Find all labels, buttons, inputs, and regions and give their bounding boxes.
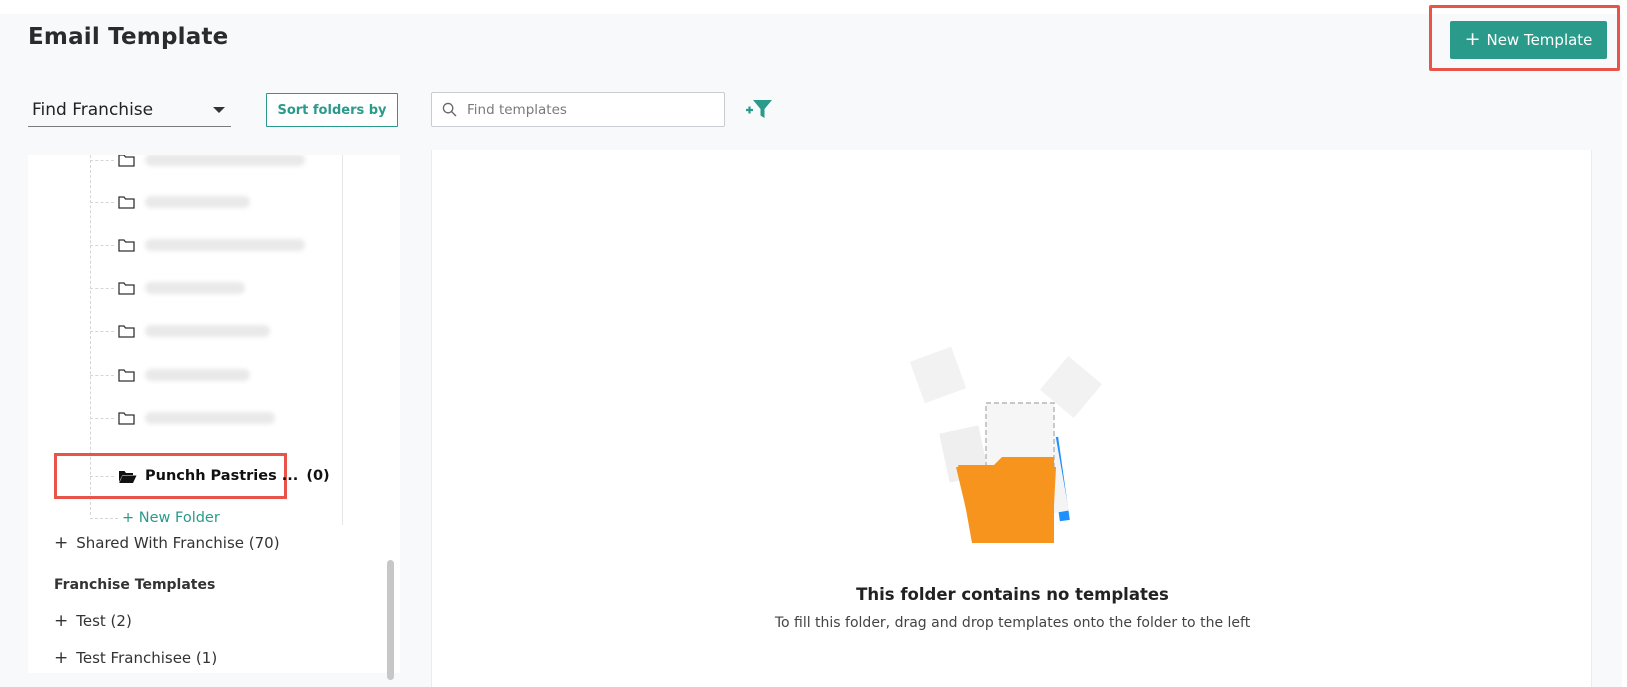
folder-row[interactable] [90,234,305,256]
folder-icon [118,196,135,209]
templates-panel: This folder contains no templates To fil… [431,150,1592,687]
franchise-select-value: Find Franchise [32,99,154,120]
open-folder-icon [119,470,137,483]
shared-with-franchise-label: Shared With Franchise (70) [76,534,280,552]
selected-folder-name: Punchh Pastries ... [145,468,299,484]
shared-with-franchise-group[interactable]: + Shared With Franchise (70) [54,533,280,553]
new-template-label: New Template [1486,31,1593,49]
folder-row[interactable] [90,191,250,213]
folder-icon [118,155,135,167]
expand-icon[interactable]: + [54,648,68,668]
page-title: Email Template [28,24,229,50]
expand-icon[interactable]: + [54,533,68,553]
franchise-group-label: Test (2) [76,612,132,630]
folder-icon [118,282,135,295]
folder-row[interactable] [90,320,270,342]
search-field[interactable] [431,92,725,127]
folder-row[interactable] [90,155,305,171]
new-template-button[interactable]: + New Template [1450,21,1607,59]
folder-tree: Punchh Pastries ... (0) + New Folder [28,155,358,526]
folder-icon [118,412,135,425]
folder-panel: Punchh Pastries ... (0) + New Folder + S… [28,155,400,673]
empty-state-subtitle: To fill this folder, drag and drop templ… [774,615,1251,631]
selected-folder-row[interactable]: Punchh Pastries ... (0) [90,465,330,487]
franchise-group-test-franchisee[interactable]: + Test Franchisee (1) [54,648,217,668]
empty-state-title: This folder contains no templates [856,585,1169,604]
franchise-templates-heading: Franchise Templates [54,577,216,593]
expand-icon[interactable]: + [54,611,68,631]
search-input[interactable] [467,101,707,118]
folder-row[interactable] [90,407,275,429]
folder-icon [118,239,135,252]
folder-row[interactable] [90,277,245,299]
franchise-group-label: Test Franchisee (1) [76,649,218,667]
add-filter-icon[interactable] [745,98,773,120]
caret-down-icon [213,106,225,113]
sort-folders-button[interactable]: Sort folders by [266,93,398,127]
search-icon [442,102,457,117]
plus-icon: + [1464,27,1481,50]
folder-icon [118,369,135,382]
selected-folder-count: (0) [306,468,330,484]
new-folder-label: + New Folder [122,510,220,526]
franchise-group-test[interactable]: + Test (2) [54,611,132,631]
folder-panel-scrollbar[interactable] [387,560,394,680]
folder-row[interactable] [90,364,250,386]
franchise-select[interactable]: Find Franchise [28,93,231,127]
folder-icon [118,325,135,338]
new-folder-link[interactable]: + New Folder [90,507,220,529]
empty-folder-illustration [909,346,1102,543]
